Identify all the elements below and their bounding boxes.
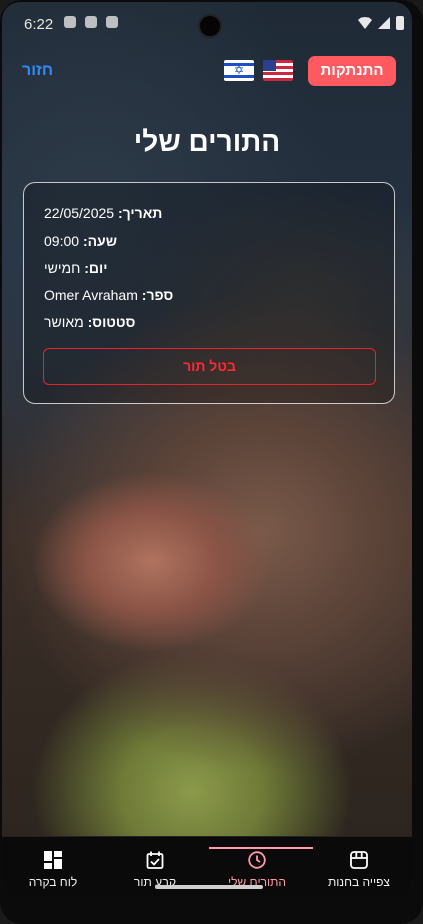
israel-flag-icon[interactable]: ✡ bbox=[224, 60, 254, 81]
day-label: יום: bbox=[84, 260, 108, 276]
back-button[interactable]: חזור bbox=[22, 62, 53, 80]
nav-item-dashboard[interactable]: לוח בקרה bbox=[2, 837, 104, 898]
calendar-check-icon bbox=[146, 851, 164, 869]
flag-stripe bbox=[224, 75, 254, 78]
barber-value: Omer Avraham bbox=[44, 287, 138, 303]
day-value: חמישי bbox=[44, 260, 81, 276]
page-title: התורים שלי bbox=[133, 126, 281, 157]
status-label: סטטוס: bbox=[87, 314, 136, 330]
time-value: 09:00 bbox=[44, 233, 80, 249]
notification-icons bbox=[64, 16, 118, 28]
flag-canton bbox=[263, 60, 276, 71]
clock-icon bbox=[248, 851, 266, 869]
usa-flag-icon[interactable] bbox=[263, 60, 293, 81]
app-notification-icon bbox=[106, 16, 118, 28]
logout-button[interactable]: התנתקות bbox=[308, 56, 396, 86]
wifi-icon bbox=[358, 17, 372, 29]
sim-icon bbox=[85, 16, 97, 28]
appointment-barber-row: ספר: Omer Avraham bbox=[44, 287, 374, 303]
status-indicators bbox=[358, 16, 404, 30]
app-screen: 6:22 חזור ✡ התנתקות התורים שלי תאריך: 22… bbox=[2, 2, 412, 898]
gesture-home-bar[interactable] bbox=[155, 885, 263, 889]
appointment-card: תאריך: 22/05/2025 שעה: 09:00 יום: חמישי … bbox=[23, 182, 395, 404]
barber-label: ספר: bbox=[141, 287, 174, 303]
date-label: תאריך: bbox=[117, 205, 163, 221]
nav-label-dashboard: לוח בקרה bbox=[28, 875, 78, 889]
status-value: מאושר bbox=[44, 314, 84, 330]
store-icon bbox=[350, 851, 368, 869]
signal-icon bbox=[378, 17, 390, 29]
appointment-status-row: סטטוס: מאושר bbox=[44, 314, 374, 330]
appointment-day-row: יום: חמישי bbox=[44, 260, 374, 276]
status-time: 6:22 bbox=[24, 16, 54, 33]
nav-item-view-shop[interactable]: צפייה בחנות bbox=[308, 837, 410, 898]
time-label: שעה: bbox=[82, 233, 117, 249]
notification-icon bbox=[64, 16, 76, 28]
active-tab-indicator bbox=[209, 847, 313, 849]
nav-label-view-shop: צפייה בחנות bbox=[328, 875, 390, 889]
battery-icon bbox=[396, 16, 404, 30]
status-bar: 6:22 bbox=[2, 2, 412, 46]
dashboard-icon bbox=[44, 851, 62, 869]
device-frame: 6:22 חזור ✡ התנתקות התורים שלי תאריך: 22… bbox=[0, 0, 423, 924]
date-value: 22/05/2025 bbox=[44, 205, 115, 221]
appointment-time-row: שעה: 09:00 bbox=[44, 233, 374, 249]
cancel-appointment-button[interactable]: בטל תור bbox=[43, 348, 376, 385]
front-camera bbox=[198, 14, 222, 38]
appointment-date-row: תאריך: 22/05/2025 bbox=[44, 205, 374, 221]
